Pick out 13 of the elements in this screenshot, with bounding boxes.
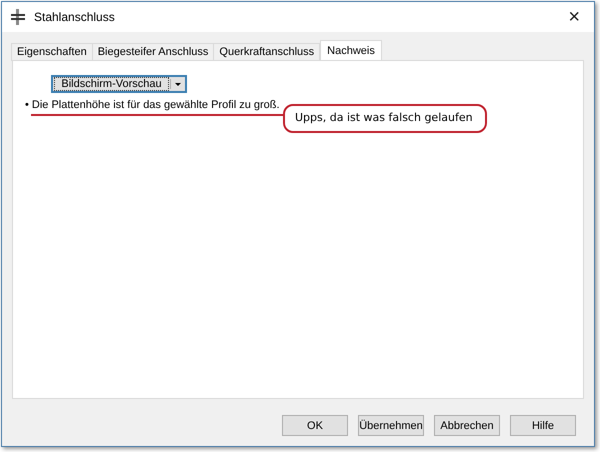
tab[interactable]: Eigenschaften bbox=[11, 43, 93, 61]
annotation-callout: Upps, da ist was falsch gelaufen bbox=[283, 104, 487, 133]
window-title: Stahlanschluss bbox=[34, 10, 116, 24]
dialog-button[interactable]: Übernehmen bbox=[358, 415, 424, 436]
dialog-button[interactable]: Abbrechen bbox=[434, 415, 500, 436]
tab[interactable]: Nachweis bbox=[320, 40, 382, 61]
dialog-button[interactable]: OK bbox=[282, 415, 348, 436]
app-icon bbox=[10, 9, 26, 25]
output-dropdown[interactable]: Bildschirm-Vorschau bbox=[51, 75, 187, 93]
dialog-button[interactable]: Hilfe bbox=[510, 415, 576, 436]
error-message: • Die Plattenhöhe ist für das gewählte Profil zu groß. bbox=[25, 99, 281, 111]
tab[interactable]: Querkraftanschluss bbox=[213, 43, 320, 61]
close-button[interactable]: × bbox=[562, 6, 586, 28]
